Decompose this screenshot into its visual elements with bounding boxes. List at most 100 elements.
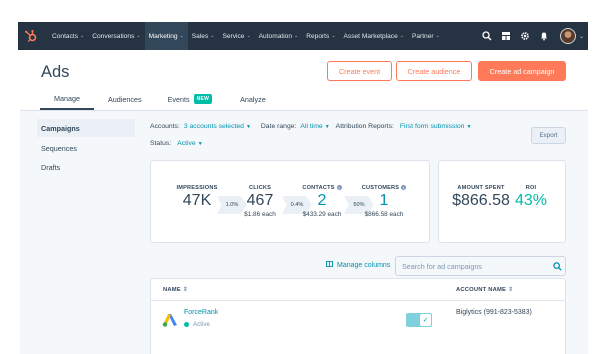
search-icon[interactable] xyxy=(549,261,565,271)
settings-icon[interactable] xyxy=(517,28,533,44)
date-range-dropdown[interactable]: All time xyxy=(300,123,322,130)
campaign-status: Active xyxy=(184,321,210,328)
nav-item-service[interactable]: Service ⌄ xyxy=(218,22,254,50)
create-ad-campaign-button[interactable]: Create ad campaign xyxy=(478,61,566,81)
account-name-cell: Biglytics (991-823-5383) xyxy=(456,309,532,316)
accounts-dropdown[interactable]: 3 accounts selected xyxy=(184,123,244,130)
marketplace-icon[interactable] xyxy=(498,28,514,44)
notifications-icon[interactable] xyxy=(536,28,552,44)
nav-item-partner[interactable]: Partner ⌄ xyxy=(408,22,444,50)
chevron-down-icon: ⌄ xyxy=(331,33,336,39)
new-badge: NEW xyxy=(193,94,213,104)
create-event-button[interactable]: Create event xyxy=(327,61,392,81)
caret-down-icon: ▼ xyxy=(324,123,330,130)
nav-item-label: Service xyxy=(222,32,245,40)
manage-columns-link[interactable]: Manage columns xyxy=(326,261,390,269)
nav-item-marketing[interactable]: Marketing ⌄ xyxy=(144,22,188,50)
nav-item-label: Reports xyxy=(306,32,330,40)
sidebar-item-drafts[interactable]: Drafts xyxy=(37,158,135,176)
campaign-name-link[interactable]: ForceRank xyxy=(184,309,218,316)
metric-value[interactable]: 1 xyxy=(358,192,410,210)
column-header-label: NAME xyxy=(163,287,181,293)
sort-icon: ⇕ xyxy=(508,287,514,293)
nav-item-sales[interactable]: Sales ⌄ xyxy=(188,22,219,50)
chevron-down-icon: ⌄ xyxy=(179,33,184,39)
attribution-label: Attribution Reports: xyxy=(335,123,394,130)
sidebar-item-label: Sequences xyxy=(41,143,77,153)
customers-metric: CUSTOMERS i 1 $866.58 each xyxy=(358,185,410,218)
tab-label: Audiences xyxy=(108,94,142,104)
manage-columns-label: Manage columns xyxy=(337,261,391,269)
clicks-metric: CLICKS 467 $1.86 each xyxy=(238,185,282,218)
campaign-search[interactable] xyxy=(395,256,566,276)
contacts-metric: CONTACTS i 2 $433.29 each xyxy=(296,185,348,218)
metric-label: CONTACTS xyxy=(302,185,335,191)
metric-subtext: $433.29 each xyxy=(302,211,342,218)
nav-item-asset-marketplace[interactable]: Asset Marketplace ⌄ xyxy=(340,22,408,50)
status-dot-icon xyxy=(184,322,189,327)
search-icon[interactable] xyxy=(479,28,495,44)
chevron-down-icon: ⌄ xyxy=(136,33,141,39)
tab-events[interactable]: Events NEW xyxy=(168,88,213,110)
chevron-down-icon: ⌄ xyxy=(80,33,85,39)
metric-label: IMPRESSIONS xyxy=(176,185,218,191)
metric-label: AMOUNT SPENT xyxy=(457,185,505,191)
nav-item-label: Partner xyxy=(411,32,434,40)
nav-item-label: Sales xyxy=(191,32,209,40)
columns-icon xyxy=(326,261,333,269)
caret-down-icon: ▼ xyxy=(466,123,472,130)
column-header-label: ACCOUNT NAME xyxy=(456,287,507,293)
chevron-down-icon: ⌄ xyxy=(294,33,299,39)
metric-label: CLICKS xyxy=(248,185,272,191)
sort-icon: ⇕ xyxy=(182,287,188,293)
conversion-rate: 1.0% xyxy=(225,202,239,208)
metric-value[interactable]: 2 xyxy=(296,192,348,210)
column-header-name[interactable]: NAME ⇕ xyxy=(163,287,188,293)
filters-row: Accounts: 3 accounts selected ▼ Date rang… xyxy=(150,123,471,130)
nav-item-automation[interactable]: Automation ⌄ xyxy=(255,22,303,50)
search-input[interactable] xyxy=(396,261,549,271)
metric-value: 467 xyxy=(246,192,274,209)
sidebar-item-label: Drafts xyxy=(41,162,61,172)
amount-spent-metric: AMOUNT SPENT $866.58 xyxy=(452,185,510,210)
caret-down-icon: ▼ xyxy=(245,123,251,130)
tab-manage[interactable]: Manage xyxy=(40,88,94,110)
tab-analyze[interactable]: Analyze xyxy=(240,88,266,110)
impressions-metric: IMPRESSIONS 47K xyxy=(172,185,222,210)
tab-audiences[interactable]: Audiences xyxy=(108,88,142,110)
metric-value: 43% xyxy=(514,192,548,209)
sidebar-item-sequences[interactable]: Sequences xyxy=(37,139,135,157)
campaign-active-toggle[interactable]: ✓ xyxy=(406,313,432,327)
attribution-dropdown[interactable]: First form submission xyxy=(400,123,465,130)
info-icon[interactable]: i xyxy=(401,185,407,191)
chevron-down-icon: ⌄ xyxy=(210,33,215,39)
tab-label: Manage xyxy=(54,93,80,103)
nav-item-label: Contacts xyxy=(52,32,79,40)
create-audience-button[interactable]: Create audience xyxy=(396,61,472,81)
metric-value: 47K xyxy=(182,192,212,209)
info-icon[interactable]: i xyxy=(336,185,342,191)
tab-label: Events xyxy=(167,94,190,104)
table-header-divider xyxy=(151,300,565,301)
metric-label: CUSTOMERS xyxy=(361,185,400,191)
chevron-down-icon: ⌄ xyxy=(246,33,251,39)
status-dropdown[interactable]: Active xyxy=(177,140,196,147)
user-avatar[interactable] xyxy=(559,28,576,44)
metric-value: $866.58 xyxy=(452,192,510,209)
tab-label: Analyze xyxy=(240,94,266,104)
nav-item-conversations[interactable]: Conversations ⌄ xyxy=(88,22,144,50)
nav-item-contacts[interactable]: Contacts ⌄ xyxy=(48,22,88,50)
nav-item-reports[interactable]: Reports ⌄ xyxy=(302,22,339,50)
campaign-status-label: Active xyxy=(193,321,210,328)
nav-item-label: Asset Marketplace xyxy=(343,32,398,40)
sidebar-item-campaigns[interactable]: Campaigns xyxy=(37,119,135,137)
export-button[interactable]: Export xyxy=(531,127,566,144)
hubspot-logo-icon[interactable] xyxy=(18,22,44,50)
chevron-down-icon[interactable]: ⌄ xyxy=(579,33,584,40)
page-title: Ads xyxy=(41,63,70,81)
nav-item-label: Marketing xyxy=(148,32,178,40)
chevron-down-icon: ⌄ xyxy=(435,33,440,39)
sidebar-item-label: Campaigns xyxy=(41,123,80,133)
column-header-account-name[interactable]: ACCOUNT NAME ⇕ xyxy=(456,287,513,293)
nav-item-label: Conversations xyxy=(92,32,135,40)
